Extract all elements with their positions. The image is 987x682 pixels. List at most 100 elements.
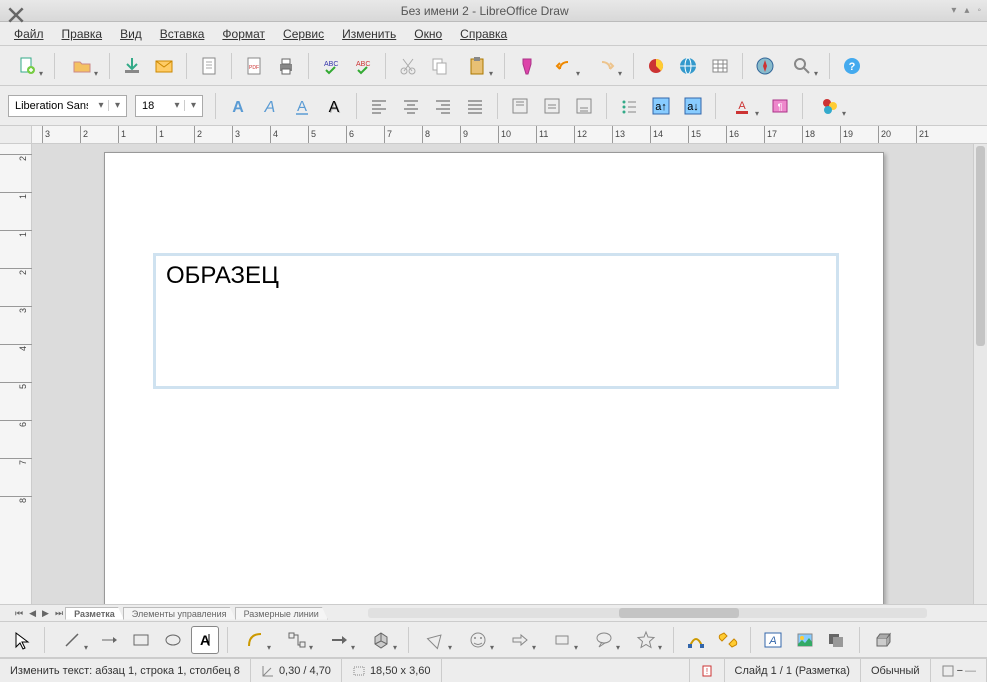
curve-tool[interactable] xyxy=(236,626,274,654)
lines-arrows-tool[interactable] xyxy=(320,626,358,654)
status-signature[interactable]: ! xyxy=(689,659,724,682)
copy-button[interactable] xyxy=(426,52,454,80)
connector-tool[interactable] xyxy=(278,626,316,654)
italic-button[interactable]: A xyxy=(256,92,284,120)
email-button[interactable] xyxy=(150,52,178,80)
text-box[interactable]: ОБРАЗЕЦ xyxy=(153,253,839,389)
page[interactable]: ОБРАЗЕЦ xyxy=(104,152,884,604)
menu-tools[interactable]: Сервис xyxy=(275,24,332,44)
text-content[interactable]: ОБРАЗЕЦ xyxy=(166,262,279,289)
paste-button[interactable] xyxy=(458,52,496,80)
tab-controls[interactable]: Элементы управления xyxy=(123,607,236,620)
tab-dimlines[interactable]: Размерные линии xyxy=(235,607,328,620)
align-left-button[interactable] xyxy=(365,92,393,120)
gallery-button[interactable] xyxy=(823,626,851,654)
canvas[interactable]: ОБРАЗЕЦ xyxy=(32,144,973,604)
hyperlink-button[interactable] xyxy=(674,52,702,80)
zoom-button[interactable] xyxy=(783,52,821,80)
fit-page-icon[interactable] xyxy=(941,664,955,678)
block-arrows-tool[interactable] xyxy=(501,626,539,654)
new-button[interactable] xyxy=(8,52,46,80)
format-paintbrush-button[interactable] xyxy=(513,52,541,80)
vertical-ruler[interactable]: 2112345678 xyxy=(0,144,32,604)
align-center-button[interactable] xyxy=(397,92,425,120)
para-dialog-button[interactable] xyxy=(811,92,849,120)
edit-points-button[interactable] xyxy=(682,626,710,654)
3d-tool[interactable] xyxy=(362,626,400,654)
menu-file[interactable]: Файл xyxy=(6,24,52,44)
tab-nav-last[interactable]: ⏭ xyxy=(52,608,66,619)
horizontal-scrollbar[interactable] xyxy=(368,608,927,618)
tab-nav-next[interactable]: ▶ xyxy=(39,608,52,619)
export-pdf-button[interactable]: PDF xyxy=(240,52,268,80)
undo-button[interactable] xyxy=(545,52,583,80)
font-size-mini-dropdown[interactable]: ▾ xyxy=(170,100,184,111)
autospell-button[interactable]: ABC xyxy=(349,52,377,80)
tab-nav-prev[interactable]: ◀ xyxy=(26,608,39,619)
char-dialog-button[interactable]: ¶ xyxy=(766,92,794,120)
increase-font-button[interactable]: a↑ xyxy=(647,92,675,120)
gluepoints-button[interactable] xyxy=(714,626,742,654)
chart-button[interactable] xyxy=(642,52,670,80)
vertical-scrollbar[interactable] xyxy=(973,144,987,604)
line-tool[interactable] xyxy=(53,626,91,654)
flowchart-tool[interactable] xyxy=(543,626,581,654)
valign-bottom-button[interactable] xyxy=(570,92,598,120)
edit-file-button[interactable] xyxy=(195,52,223,80)
font-color-button[interactable]: A xyxy=(724,92,762,120)
menu-format[interactable]: Формат xyxy=(214,24,273,44)
callout-tool[interactable] xyxy=(585,626,623,654)
rectangle-tool[interactable] xyxy=(127,626,155,654)
help-button[interactable]: ? xyxy=(838,52,866,80)
maximize-icon[interactable]: ▴ xyxy=(964,5,969,16)
close-icon[interactable] xyxy=(6,5,18,17)
scrollbar-thumb[interactable] xyxy=(976,146,985,346)
font-size-input[interactable] xyxy=(136,98,170,114)
text-tool[interactable]: A xyxy=(191,626,219,654)
from-file-button[interactable] xyxy=(791,626,819,654)
minimize-icon[interactable]: ▾ xyxy=(951,5,956,16)
extrusion-button[interactable] xyxy=(868,626,896,654)
status-zoom-controls[interactable]: − — xyxy=(931,659,987,682)
valign-top-button[interactable] xyxy=(506,92,534,120)
ellipse-tool[interactable] xyxy=(159,626,187,654)
redo-button[interactable] xyxy=(587,52,625,80)
basic-shapes-tool[interactable] xyxy=(417,626,455,654)
menu-insert[interactable]: Вставка xyxy=(152,24,213,44)
tab-nav-first[interactable]: ⏮ xyxy=(12,608,26,619)
tab-layout[interactable]: Разметка xyxy=(65,607,124,620)
table-button[interactable] xyxy=(706,52,734,80)
select-tool[interactable] xyxy=(8,626,36,654)
menu-edit[interactable]: Правка xyxy=(54,24,111,44)
underline-button[interactable]: A xyxy=(288,92,316,120)
menu-view[interactable]: Вид xyxy=(112,24,150,44)
font-size-dropdown[interactable]: ▾ xyxy=(184,100,202,111)
status-slide[interactable]: Слайд 1 / 1 (Разметка) xyxy=(724,659,861,682)
cut-button[interactable] xyxy=(394,52,422,80)
bold-button[interactable]: A xyxy=(224,92,252,120)
navigator-button[interactable] xyxy=(751,52,779,80)
open-button[interactable] xyxy=(63,52,101,80)
menu-window[interactable]: Окно xyxy=(406,24,450,44)
shadow-button[interactable]: AA xyxy=(320,92,348,120)
spellcheck-button[interactable]: ABC xyxy=(317,52,345,80)
arrow-tool[interactable] xyxy=(95,626,123,654)
window-close-icon[interactable]: ◦ xyxy=(977,5,981,16)
align-right-button[interactable] xyxy=(429,92,457,120)
font-name-input[interactable] xyxy=(9,98,94,114)
font-name-combo[interactable]: ▾ ▾ xyxy=(8,95,127,117)
font-size-combo[interactable]: ▾ ▾ xyxy=(135,95,203,117)
font-name-mini-dropdown[interactable]: ▾ xyxy=(94,100,108,111)
fontwork-button[interactable]: A xyxy=(759,626,787,654)
save-button[interactable] xyxy=(118,52,146,80)
zoom-out-icon[interactable]: − xyxy=(957,665,963,677)
stars-tool[interactable] xyxy=(627,626,665,654)
bullets-button[interactable] xyxy=(615,92,643,120)
menu-help[interactable]: Справка xyxy=(452,24,515,44)
status-mode[interactable]: Обычный xyxy=(861,659,931,682)
horizontal-ruler[interactable]: 321123456789101112131415161718192021 xyxy=(32,126,987,143)
symbol-shapes-tool[interactable] xyxy=(459,626,497,654)
valign-middle-button[interactable] xyxy=(538,92,566,120)
menu-modify[interactable]: Изменить xyxy=(334,24,404,44)
h-scrollbar-thumb[interactable] xyxy=(619,608,739,618)
